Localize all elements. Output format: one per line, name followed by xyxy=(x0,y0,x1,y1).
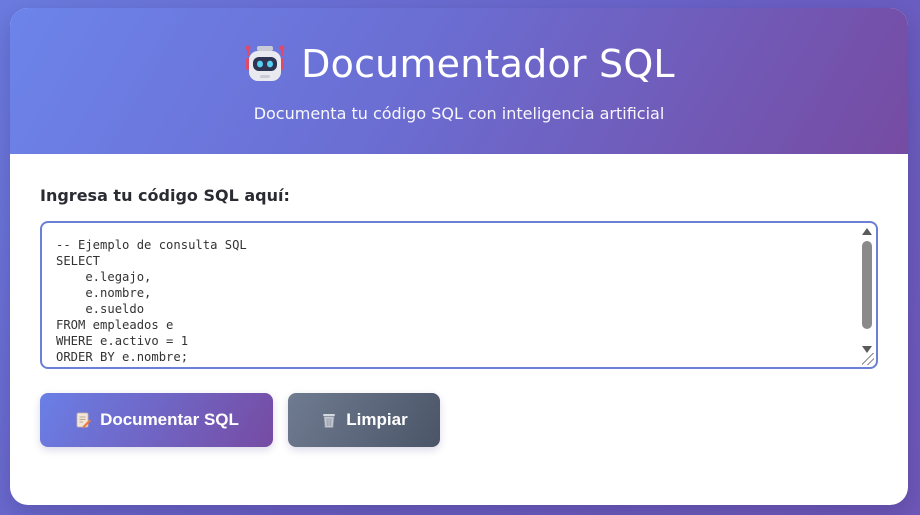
sql-textarea[interactable]: -- Ejemplo de consulta SQL SELECT e.lega… xyxy=(40,221,878,369)
header: Documentador SQL Documenta tu código SQL… xyxy=(10,8,908,154)
trash-icon xyxy=(320,411,338,429)
resize-handle-icon[interactable] xyxy=(862,353,874,365)
textarea-scrollbar[interactable] xyxy=(860,225,874,353)
page-subtitle: Documenta tu código SQL con inteligencia… xyxy=(253,104,665,123)
scroll-up-arrow-icon[interactable] xyxy=(862,228,872,235)
scrollbar-thumb[interactable] xyxy=(862,241,872,329)
form-section: Ingresa tu código SQL aquí: -- Ejemplo d… xyxy=(10,154,908,447)
sql-code-text[interactable]: -- Ejemplo de consulta SQL SELECT e.lega… xyxy=(56,237,850,365)
sql-input-label: Ingresa tu código SQL aquí: xyxy=(40,186,290,205)
robot-icon xyxy=(243,42,287,86)
clear-button[interactable]: Limpiar xyxy=(288,393,440,447)
document-sql-label: Documentar SQL xyxy=(100,410,239,429)
action-buttons: Documentar SQL Limpiar xyxy=(40,393,878,447)
memo-icon xyxy=(74,411,92,429)
page-title: Documentador SQL xyxy=(301,42,675,86)
clear-label: Limpiar xyxy=(346,410,408,429)
document-sql-button[interactable]: Documentar SQL xyxy=(40,393,273,447)
main-card: Documentador SQL Documenta tu código SQL… xyxy=(10,8,908,505)
title-row: Documentador SQL xyxy=(10,42,908,86)
scroll-down-arrow-icon[interactable] xyxy=(862,346,872,353)
